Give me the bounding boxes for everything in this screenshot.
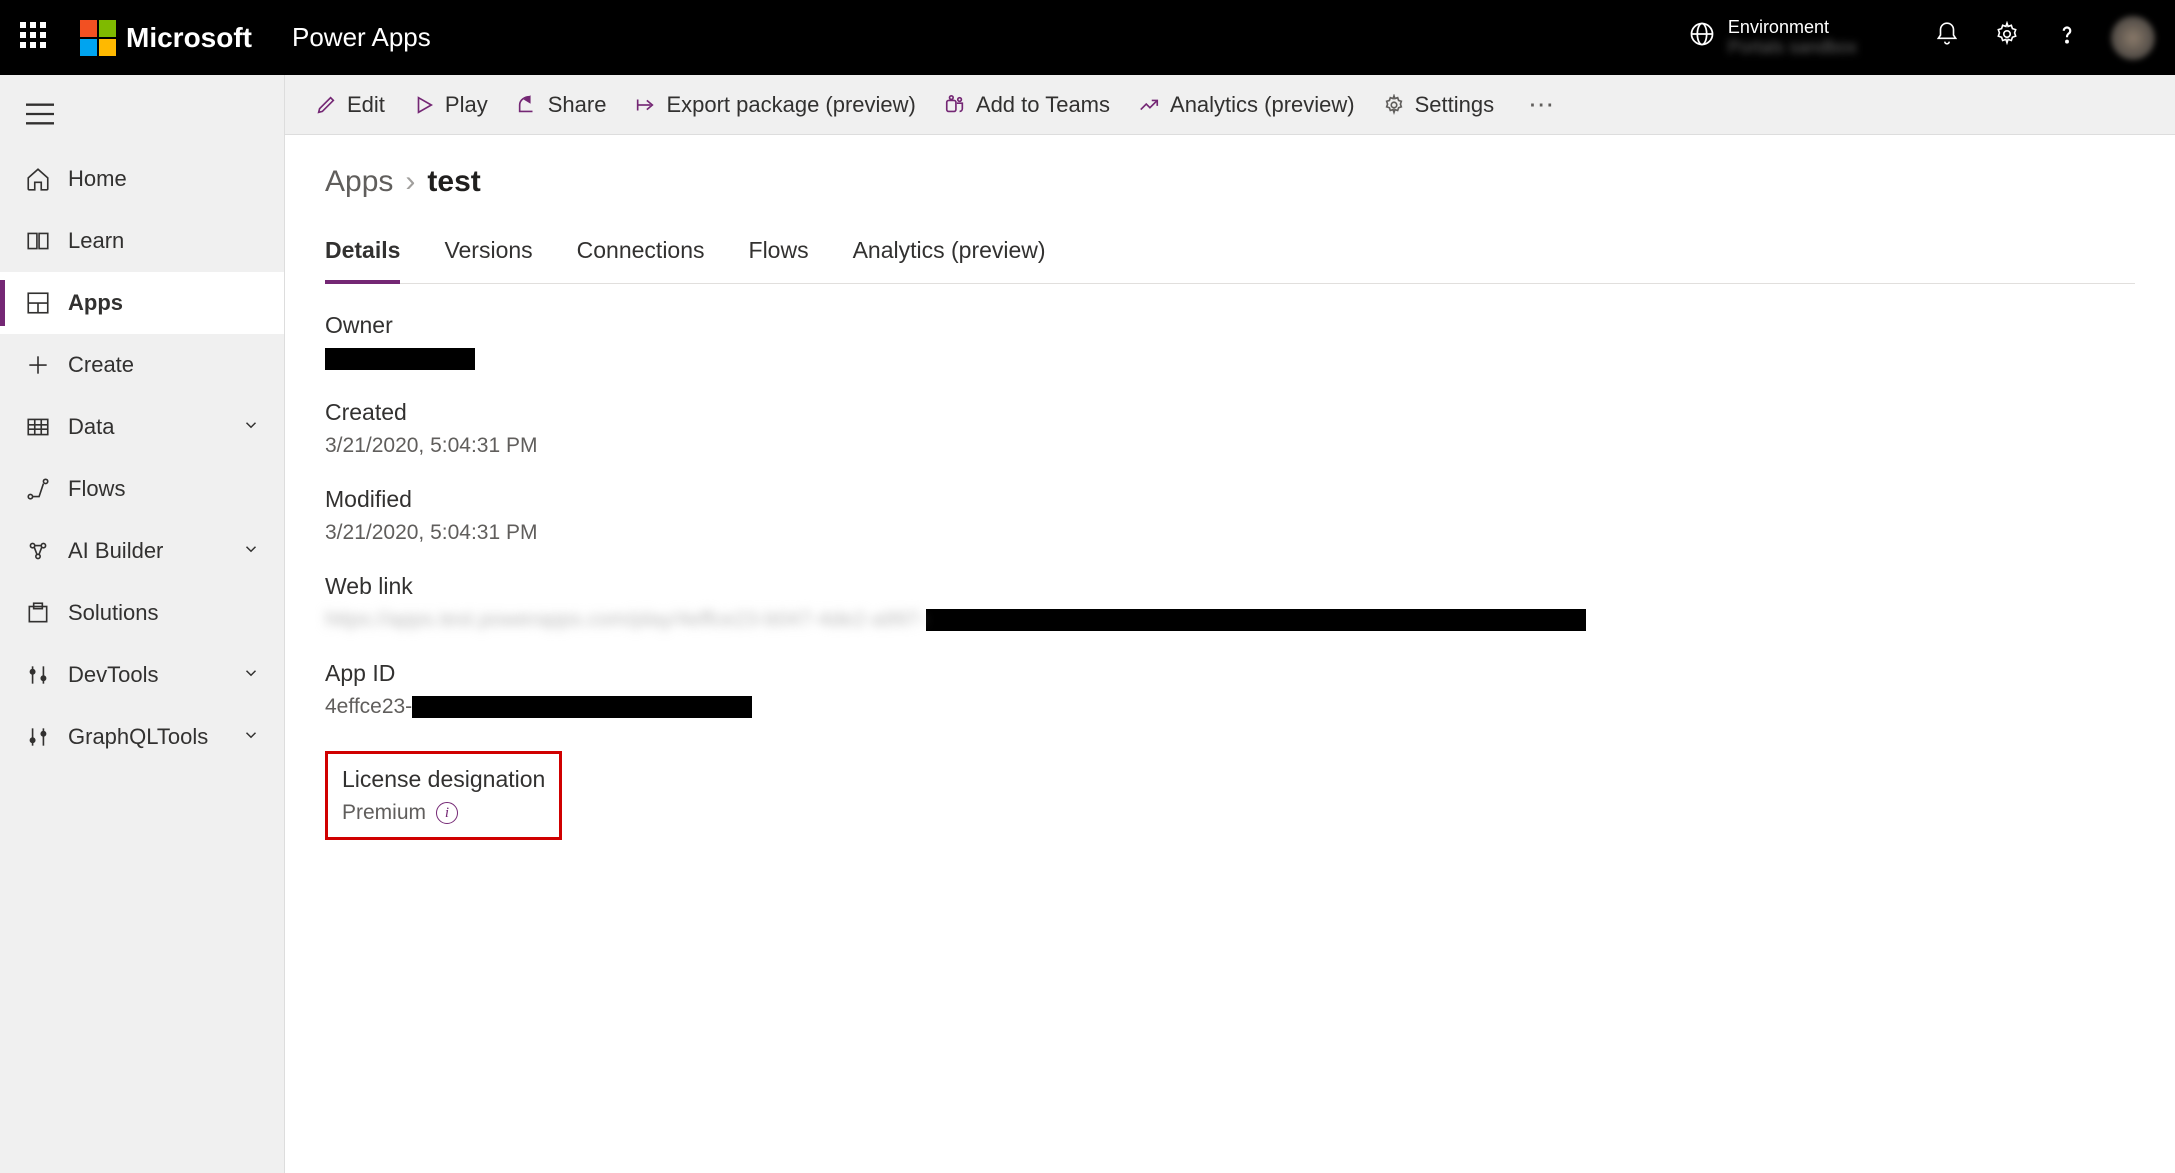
tabs: Details Versions Connections Flows Analy… — [325, 229, 2135, 284]
sidebar-item-label: Flows — [68, 476, 125, 502]
sidebar-item-create[interactable]: Create — [0, 334, 284, 396]
ai-icon — [24, 538, 52, 564]
environment-picker[interactable]: Environment Portals sandbox — [1688, 18, 1857, 58]
chevron-down-icon — [242, 538, 260, 564]
chevron-right-icon: › — [405, 165, 415, 199]
chevron-down-icon — [242, 662, 260, 688]
home-icon — [24, 166, 52, 192]
cmd-share[interactable]: Share — [516, 92, 607, 118]
product-label: Power Apps — [292, 22, 431, 53]
flows-icon — [24, 476, 52, 502]
cmd-analytics[interactable]: Analytics (preview) — [1138, 92, 1355, 118]
weblink-redacted — [926, 609, 1586, 631]
tab-details[interactable]: Details — [325, 229, 400, 284]
environment-name: Portals sandbox — [1728, 38, 1857, 58]
breadcrumb-current: test — [427, 165, 480, 199]
settings-icon[interactable] — [1983, 21, 2031, 54]
owner-label: Owner — [325, 312, 2135, 339]
cmd-export[interactable]: Export package (preview) — [634, 92, 915, 118]
modified-label: Modified — [325, 486, 2135, 513]
user-avatar[interactable] — [2111, 16, 2155, 60]
sidebar-item-home[interactable]: Home — [0, 148, 284, 210]
license-label: License designation — [342, 766, 545, 793]
data-icon — [24, 414, 52, 440]
sidebar-item-data[interactable]: Data — [0, 396, 284, 458]
cmd-label: Play — [445, 92, 488, 118]
tab-versions[interactable]: Versions — [444, 229, 532, 283]
tab-connections[interactable]: Connections — [577, 229, 705, 283]
cmd-label: Edit — [347, 92, 385, 118]
sidebar-item-label: DevTools — [68, 662, 158, 688]
cmd-label: Share — [548, 92, 607, 118]
plus-icon — [24, 352, 52, 378]
sidebar-item-label: Data — [68, 414, 114, 440]
cmd-settings[interactable]: Settings — [1383, 92, 1495, 118]
license-value: Premium — [342, 801, 426, 825]
app-launcher-icon[interactable] — [20, 22, 52, 54]
sidebar-toggle[interactable] — [0, 85, 284, 148]
tab-flows[interactable]: Flows — [749, 229, 809, 283]
solutions-icon — [24, 600, 52, 626]
help-icon[interactable] — [2043, 21, 2091, 54]
created-label: Created — [325, 399, 2135, 426]
created-value: 3/21/2020, 5:04:31 PM — [325, 434, 2135, 458]
cmd-edit[interactable]: Edit — [315, 92, 385, 118]
weblink-field: Web link https://apps.test.powerapps.com… — [325, 573, 2135, 632]
sidebar-item-learn[interactable]: Learn — [0, 210, 284, 272]
sidebar-item-flows[interactable]: Flows — [0, 458, 284, 520]
appid-prefix: 4effce23- — [325, 695, 412, 718]
license-field: License designation Premium i — [342, 766, 545, 825]
weblink-label: Web link — [325, 573, 2135, 600]
microsoft-logo[interactable]: Microsoft — [80, 20, 252, 56]
sidebar-item-ai-builder[interactable]: AI Builder — [0, 520, 284, 582]
license-highlight: License designation Premium i — [325, 751, 562, 840]
devtools-icon — [24, 662, 52, 688]
sidebar-item-graphqltools[interactable]: GraphQLTools — [0, 706, 284, 768]
cmd-label: Add to Teams — [976, 92, 1110, 118]
book-icon — [24, 228, 52, 254]
chevron-down-icon — [242, 724, 260, 750]
breadcrumb-root[interactable]: Apps — [325, 165, 393, 199]
appid-label: App ID — [325, 660, 2135, 687]
environment-label: Environment — [1728, 18, 1857, 38]
appid-field: App ID 4effce23- — [325, 660, 2135, 719]
globe-icon — [1688, 20, 1716, 55]
topbar: Microsoft Power Apps Environment Portals… — [0, 0, 2175, 75]
sidebar: Home Learn Apps Create Data Flows — [0, 75, 285, 1173]
sidebar-item-apps[interactable]: Apps — [0, 272, 284, 334]
sidebar-item-label: Home — [68, 166, 127, 192]
notifications-icon[interactable] — [1923, 21, 1971, 54]
owner-value-redacted — [325, 348, 475, 370]
sidebar-item-label: Apps — [68, 290, 123, 316]
main: Edit Play Share Export package (preview)… — [285, 75, 2175, 1173]
owner-field: Owner — [325, 312, 2135, 371]
chevron-down-icon — [242, 414, 260, 440]
appid-redacted — [412, 696, 752, 718]
sidebar-item-solutions[interactable]: Solutions — [0, 582, 284, 644]
sidebar-item-label: AI Builder — [68, 538, 163, 564]
command-bar: Edit Play Share Export package (preview)… — [285, 75, 2175, 135]
cmd-label: Settings — [1415, 92, 1495, 118]
sidebar-item-label: Solutions — [68, 600, 159, 626]
breadcrumb: Apps › test — [325, 165, 2135, 199]
modified-field: Modified 3/21/2020, 5:04:31 PM — [325, 486, 2135, 545]
created-field: Created 3/21/2020, 5:04:31 PM — [325, 399, 2135, 458]
graphql-icon — [24, 724, 52, 750]
sidebar-item-devtools[interactable]: DevTools — [0, 644, 284, 706]
microsoft-logo-icon — [80, 20, 116, 56]
info-icon[interactable]: i — [436, 802, 458, 824]
apps-icon — [24, 290, 52, 316]
brand-label: Microsoft — [126, 22, 252, 54]
cmd-add-to-teams[interactable]: Add to Teams — [944, 92, 1110, 118]
weblink-prefix: https://apps.test.powerapps.com/play/4ef… — [325, 608, 926, 632]
tab-analytics[interactable]: Analytics (preview) — [853, 229, 1046, 283]
cmd-more[interactable]: ⋯ — [1522, 89, 1563, 120]
sidebar-item-label: Create — [68, 352, 134, 378]
modified-value: 3/21/2020, 5:04:31 PM — [325, 521, 2135, 545]
sidebar-item-label: GraphQLTools — [68, 724, 208, 750]
cmd-label: Export package (preview) — [666, 92, 915, 118]
cmd-play[interactable]: Play — [413, 92, 488, 118]
sidebar-item-label: Learn — [68, 228, 124, 254]
cmd-label: Analytics (preview) — [1170, 92, 1355, 118]
